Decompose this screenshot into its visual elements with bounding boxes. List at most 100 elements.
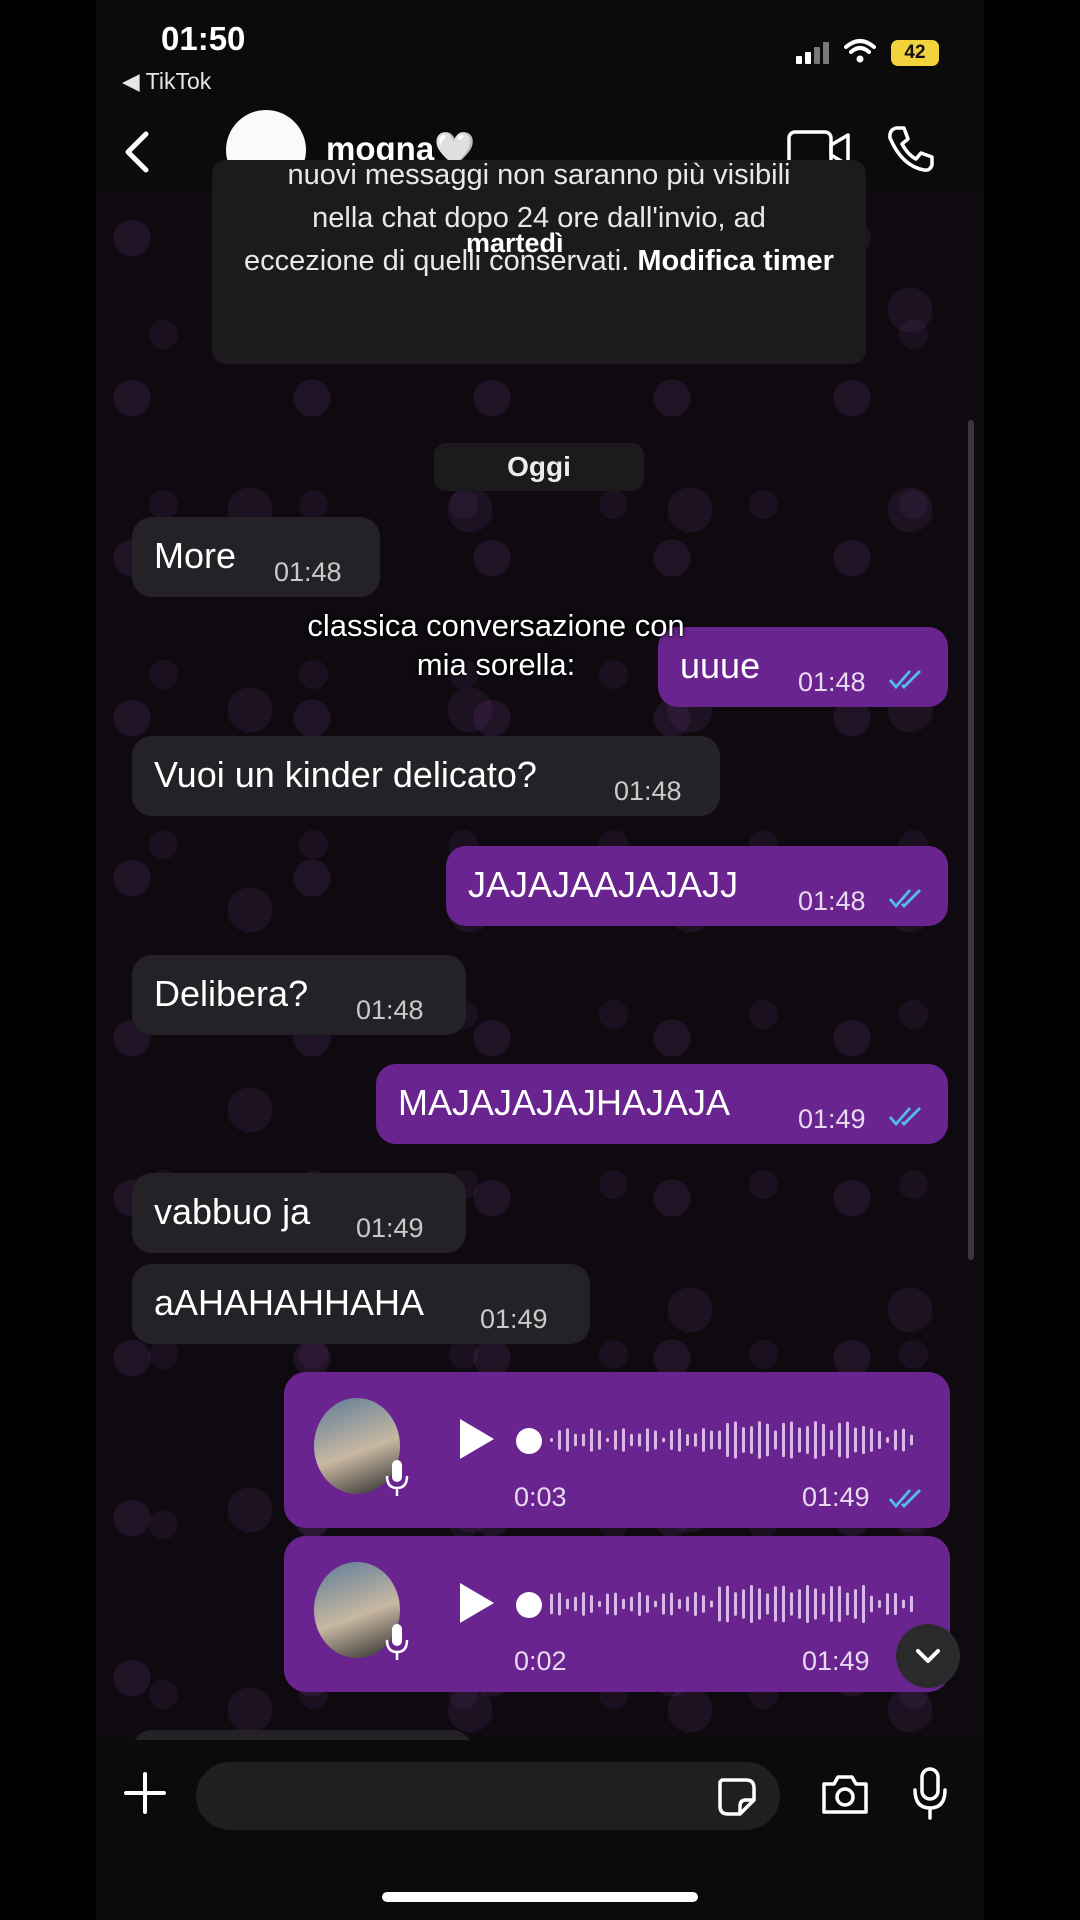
waveform-bar (798, 1427, 801, 1453)
edit-timer-link[interactable]: Modifica timer (637, 245, 834, 277)
message-time: 01:49 (798, 1104, 866, 1134)
waveform-bar (798, 1589, 801, 1619)
waveform-bar (910, 1434, 913, 1446)
message-bubble-incoming[interactable]: Delibera? 01:48 (132, 955, 466, 1035)
waveform-bar (830, 1586, 833, 1622)
waveform-bar (638, 1592, 641, 1616)
scroll-to-bottom-button[interactable] (896, 1624, 960, 1688)
waveform-bar (582, 1592, 585, 1616)
signal-icon (796, 42, 832, 64)
waveform-bar (814, 1421, 817, 1459)
message-bubble-incoming[interactable]: aAHAHAHHAHA 01:49 (132, 1264, 590, 1344)
waveform-bar (630, 1433, 633, 1447)
waveform-bar (622, 1598, 625, 1610)
message-time: 01:48 (614, 776, 682, 806)
voice-message-bubble[interactable]: 0:03 01:49 (284, 1372, 950, 1528)
waveform-bar (654, 1430, 657, 1450)
message-bubble-incoming[interactable]: vabbuo ja 01:49 (132, 1173, 466, 1253)
waveform-bar (590, 1428, 593, 1452)
read-receipt-icon (888, 1489, 921, 1509)
waveform-bar (830, 1430, 833, 1450)
message-time: 01:48 (798, 667, 866, 697)
waveform-bar (662, 1593, 665, 1615)
waveform-bar (886, 1436, 889, 1444)
waveform-bar (814, 1588, 817, 1620)
chat-scrollbar[interactable] (968, 420, 974, 1260)
message-bubble-outgoing[interactable]: MAJAJAJAJHAJAJA 01:49 (376, 1064, 948, 1144)
waveform-bar (630, 1596, 633, 1612)
message-text: More (154, 535, 237, 576)
back-to-app-link[interactable]: ◀ TikTok (122, 68, 211, 95)
waveform-bar (614, 1592, 617, 1616)
message-bubble-incoming[interactable]: Vuoi un kinder delicato? 01:48 (132, 736, 720, 816)
chevron-down-icon (916, 1649, 940, 1663)
composer-bar (96, 1740, 984, 1920)
phone-screen: 01:50 ◀ TikTok 42 mogna🤍 nuovi messaggi … (96, 0, 984, 1920)
waveform-bar (598, 1430, 601, 1450)
waveform-bar (670, 1429, 673, 1451)
wifi-icon (844, 39, 876, 63)
caption-line-2: mia sorella: (416, 647, 576, 682)
waveform-bar (862, 1425, 865, 1455)
waveform-bar (710, 1600, 713, 1608)
waveform-bar (654, 1600, 657, 1608)
home-indicator[interactable] (382, 1892, 698, 1902)
waveform-bar (766, 1423, 769, 1457)
waveform-bar (902, 1599, 905, 1609)
message-text: Vuoi un kinder delicato? (154, 754, 537, 795)
waveform-bar (686, 1596, 689, 1612)
waveform-bar (806, 1425, 809, 1455)
waveform-bar (678, 1598, 681, 1610)
waveform-bar (574, 1433, 577, 1447)
waveform (550, 1585, 913, 1623)
waveform-bar (854, 1427, 857, 1453)
voice-message-bubble[interactable]: 0:02 01:49 (284, 1536, 950, 1692)
notice-line-1: nuovi messaggi non saranno più visibili (287, 159, 791, 191)
waveform-bar (750, 1585, 753, 1623)
waveform-bar (758, 1588, 761, 1620)
waveform-bar (742, 1427, 745, 1453)
message-input[interactable] (196, 1762, 780, 1830)
back-arrow-icon[interactable] (118, 130, 158, 174)
waveform-bar (646, 1595, 649, 1613)
waveform-bar (606, 1593, 609, 1615)
waveform-bar (566, 1428, 569, 1452)
waveform-bar (558, 1592, 561, 1616)
waveform-bar (582, 1433, 585, 1447)
waveform-bar (734, 1421, 737, 1459)
waveform-bar (702, 1428, 705, 1452)
playback-scrubber[interactable] (516, 1592, 542, 1618)
date-separator: Oggi (434, 443, 644, 491)
play-icon[interactable] (454, 1416, 498, 1462)
waveform-bar (774, 1586, 777, 1622)
waveform-bar (854, 1589, 857, 1619)
waveform-bar (806, 1585, 809, 1623)
caption-line-1: classica conversazione con (307, 608, 685, 643)
sticker-icon[interactable] (716, 1776, 758, 1818)
waveform-bar (590, 1594, 593, 1614)
waveform-bar (846, 1592, 849, 1616)
waveform-bar (878, 1430, 881, 1450)
waveform-bar (886, 1593, 889, 1615)
playback-scrubber[interactable] (516, 1428, 542, 1454)
plus-icon[interactable] (122, 1770, 168, 1816)
message-time: 01:49 (480, 1304, 548, 1334)
microphone-icon[interactable] (912, 1766, 948, 1820)
message-bubble-incoming[interactable]: More 01:48 (132, 517, 380, 597)
waveform-bar (566, 1598, 569, 1610)
waveform-bar (822, 1593, 825, 1615)
waveform-bar (774, 1430, 777, 1450)
play-icon[interactable] (454, 1580, 498, 1626)
waveform-bar (670, 1592, 673, 1616)
camera-icon[interactable] (820, 1772, 870, 1816)
waveform-bar (910, 1595, 913, 1613)
read-receipt-icon (888, 1107, 921, 1127)
phone-call-icon[interactable] (886, 124, 936, 174)
waveform-bar (870, 1595, 873, 1613)
waveform-bar (694, 1592, 697, 1616)
message-bubble-outgoing[interactable]: JAJAJAAJAJAJJ 01:48 (446, 846, 948, 926)
waveform-bar (782, 1585, 785, 1623)
waveform-bar (894, 1429, 897, 1451)
disappearing-messages-notice: nuovi messaggi non saranno più visibili … (212, 159, 866, 364)
message-time: 01:49 (802, 1482, 870, 1512)
